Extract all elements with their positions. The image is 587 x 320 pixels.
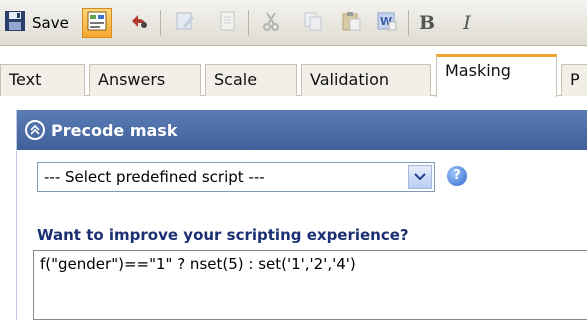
panel-title: Precode mask [51, 120, 178, 140]
page-button[interactable] [212, 8, 242, 38]
save-icon [4, 10, 26, 36]
cut-button[interactable] [256, 8, 286, 38]
paste-button[interactable] [336, 8, 366, 38]
save-button[interactable]: Save [4, 10, 69, 36]
paste-icon [340, 10, 362, 36]
chevron-down-icon[interactable] [408, 165, 432, 189]
help-icon[interactable]: ? [447, 166, 467, 186]
toolbar-separator [160, 10, 161, 36]
cut-icon [260, 10, 282, 36]
collapse-up-icon[interactable] [25, 120, 45, 140]
script-editor[interactable]: f("gender")=="1" ? nset(5) : set('1','2'… [33, 250, 587, 320]
italic-button[interactable]: I [452, 8, 482, 38]
tab-masking[interactable]: Masking [436, 54, 557, 97]
select-value: --- Select predefined script --- [44, 168, 265, 186]
tab-text[interactable]: Text [0, 64, 85, 96]
paste-word-icon: W [376, 10, 398, 36]
panel-header[interactable]: Precode mask [17, 110, 587, 150]
undo-button[interactable] [124, 8, 154, 38]
copy-button[interactable] [298, 8, 328, 38]
tab-scale[interactable]: Scale [205, 64, 297, 96]
precode-mask-panel: Precode mask --- Select predefined scrip… [16, 110, 587, 320]
copy-icon [302, 10, 324, 36]
question-properties-button[interactable] [82, 8, 112, 38]
bold-icon: B [418, 12, 436, 34]
question-properties-icon [86, 10, 108, 36]
edit-icon [174, 10, 196, 36]
toolbar-separator [248, 10, 249, 36]
tab-validation[interactable]: Validation [301, 64, 431, 96]
undo-icon [128, 10, 150, 36]
paste-word-button[interactable]: W [372, 8, 402, 38]
tab-p[interactable]: P [561, 64, 587, 96]
predefined-script-select[interactable]: --- Select predefined script --- [37, 162, 435, 192]
page-icon [216, 10, 238, 36]
save-label: Save [32, 14, 69, 32]
toolbar-separator [408, 10, 409, 36]
edit-button[interactable] [170, 8, 200, 38]
improve-scripting-link[interactable]: Want to improve your scripting experienc… [37, 226, 409, 244]
bold-button[interactable]: B [412, 8, 442, 38]
italic-icon: I [463, 12, 471, 34]
tab-answers[interactable]: Answers [89, 64, 201, 96]
toolbar: Save W B I [0, 0, 587, 46]
tab-bar: Text Answers Scale Validation Masking P [0, 54, 587, 97]
